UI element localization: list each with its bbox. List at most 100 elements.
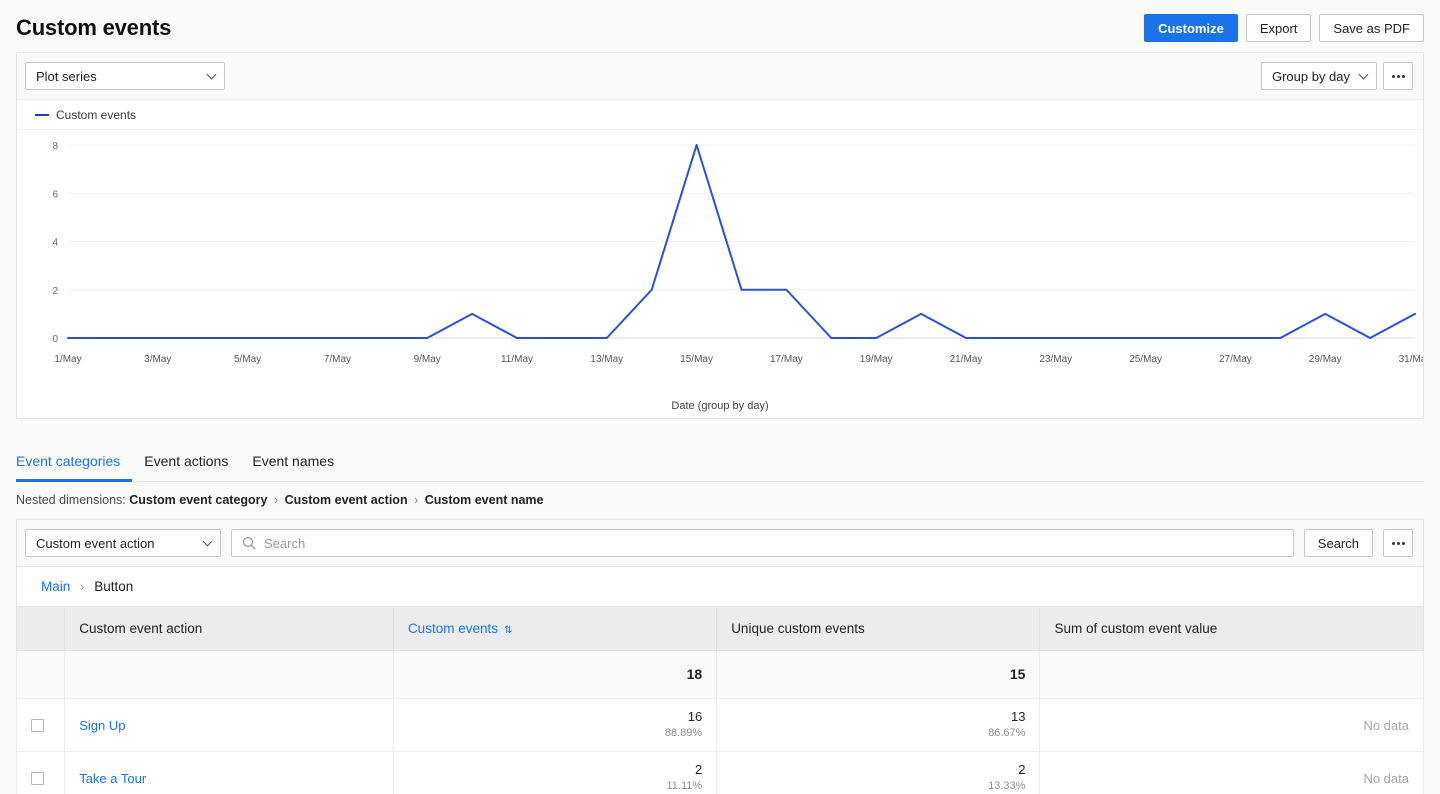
totals-checkbox-cell	[15, 650, 66, 699]
sort-indicator-icon: ⇅	[503, 625, 513, 636]
table-header-row: Custom event action Custom events ⇅ Uniqu…	[15, 606, 1424, 651]
dimension-select[interactable]: Custom event action	[25, 529, 221, 557]
table-header: Custom event action Custom events ⇅ Uniqu…	[15, 606, 1424, 651]
row-sum-value: No data	[1039, 751, 1424, 794]
row-checkbox[interactable]	[31, 718, 44, 732]
row-custom-events-value: 2	[694, 762, 703, 777]
group-by-select[interactable]: Group by day	[1260, 62, 1377, 90]
chevron-down-icon	[1358, 69, 1369, 80]
row-label-link[interactable]: Sign Up	[79, 718, 125, 733]
svg-text:4: 4	[52, 238, 58, 249]
row-sum-value: No data	[1039, 698, 1424, 752]
chart-toolbar: Plot series Group by day	[17, 53, 1423, 100]
search-icon	[242, 536, 256, 550]
row-custom-events-value: 16	[687, 709, 703, 724]
row-label-cell[interactable]: Sign Up	[64, 698, 394, 752]
line-chart-svg: 0 2 4 6 8 1/May 3/May 5/May 7/May 9/May 11/May 13/M…	[52, 141, 1423, 365]
totals-unique-custom-events: 15	[716, 650, 1041, 699]
row-checkbox-cell[interactable]	[15, 751, 66, 794]
column-header-custom-events-label: Custom events	[407, 621, 498, 636]
svg-text:7/May: 7/May	[324, 354, 351, 365]
ellipsis-icon	[1396, 541, 1400, 545]
row-label-cell[interactable]: Take a Tour	[64, 751, 394, 794]
breadcrumb-root[interactable]: Main	[41, 579, 70, 594]
svg-text:29/May: 29/May	[1309, 354, 1342, 365]
plot-series-label: Plot series	[36, 68, 97, 84]
table-options-button[interactable]	[1383, 529, 1413, 557]
ellipsis-icon	[1391, 541, 1395, 545]
svg-text:21/May: 21/May	[950, 354, 983, 365]
svg-text:31/May: 31/May	[1399, 354, 1423, 365]
svg-text:0: 0	[52, 334, 58, 345]
save-as-pdf-button[interactable]: Save as PDF	[1319, 14, 1424, 42]
chevron-down-icon	[202, 536, 213, 547]
svg-text:15/May: 15/May	[680, 354, 713, 365]
datatable-section: Custom event action Search Main › Button	[15, 519, 1424, 794]
row-checkbox-cell[interactable]	[15, 698, 66, 752]
svg-text:23/May: 23/May	[1039, 354, 1072, 365]
table-row[interactable]: Take a Tour 2 11.11% 2 13.33% No data	[15, 751, 1424, 794]
svg-text:5/May: 5/May	[234, 354, 261, 365]
table-row-totals: 18 15	[15, 650, 1424, 699]
report-table: Custom event action Custom events ⇅ Uniqu…	[15, 606, 1424, 794]
ellipsis-icon	[1391, 74, 1395, 78]
table-body: 18 15 Sign Up 16 88.89% 13 86.67% No dat…	[15, 650, 1424, 794]
column-header-unique-custom-events[interactable]: Unique custom events	[716, 606, 1041, 651]
page-title: Custom events	[16, 15, 172, 40]
svg-text:2: 2	[52, 286, 58, 297]
search-row: Custom event action Search	[16, 519, 1424, 566]
chart-legend[interactable]: Custom events	[17, 100, 1423, 130]
svg-text:13/May: 13/May	[590, 354, 623, 365]
ellipsis-icon	[1401, 74, 1405, 78]
nested-dimension-separator: ›	[414, 493, 419, 507]
row-label-link[interactable]: Take a Tour	[79, 771, 146, 786]
totals-custom-events: 18	[392, 650, 718, 699]
row-unique-custom-events-value: 13	[1010, 709, 1026, 724]
nested-dimension-3: Custom event name	[424, 493, 544, 507]
column-header-custom-events[interactable]: Custom events ⇅	[392, 606, 718, 651]
nested-dimension-1: Custom event category	[129, 493, 268, 507]
tab-event-actions[interactable]: Event actions	[132, 447, 240, 482]
svg-text:27/May: 27/May	[1219, 354, 1252, 365]
column-header-custom-event-action[interactable]: Custom event action	[64, 606, 394, 651]
search-field[interactable]	[231, 529, 1294, 557]
row-checkbox[interactable]	[31, 771, 44, 785]
chevron-down-icon	[206, 69, 217, 80]
ellipsis-icon	[1396, 74, 1400, 78]
dimension-select-label: Custom event action	[36, 535, 155, 551]
select-all-header[interactable]	[15, 606, 66, 651]
tab-event-names[interactable]: Event names	[240, 447, 346, 482]
svg-text:11/May: 11/May	[501, 354, 533, 365]
header-actions: Customize Export Save as PDF	[1144, 14, 1424, 42]
svg-text:17/May: 17/May	[770, 354, 803, 365]
tab-event-categories[interactable]: Event categories	[16, 447, 133, 482]
report-tabs: Event categories Event actions Event nam…	[16, 447, 1424, 482]
svg-text:6: 6	[52, 189, 58, 200]
ellipsis-icon	[1401, 541, 1405, 545]
chart-options-button[interactable]	[1383, 62, 1413, 90]
totals-unique-custom-events-value: 15	[1009, 666, 1026, 682]
nested-dimensions: Nested dimensions: Custom event category…	[16, 493, 1424, 507]
table-row[interactable]: Sign Up 16 88.89% 13 86.67% No data	[15, 698, 1424, 752]
search-input[interactable]	[264, 535, 1283, 551]
chart-card: Plot series Group by day Custom events 0…	[16, 52, 1424, 419]
svg-text:1/May: 1/May	[54, 354, 81, 365]
customize-button[interactable]: Customize	[1144, 14, 1238, 42]
plot-series-select[interactable]: Plot series	[25, 62, 225, 90]
search-button[interactable]: Search	[1303, 529, 1373, 557]
totals-sum-value	[1039, 650, 1424, 699]
nested-dimensions-prefix: Nested dimensions:	[16, 493, 126, 507]
row-unique-custom-events-value: 2	[1018, 762, 1026, 777]
nested-dimension-2: Custom event action	[284, 493, 408, 507]
legend-line-icon	[35, 114, 49, 116]
row-custom-events: 2 11.11%	[392, 751, 718, 794]
breadcrumb-separator: ›	[80, 579, 85, 594]
nested-dimension-separator: ›	[273, 493, 279, 507]
export-button[interactable]: Export	[1245, 14, 1312, 42]
chart-toolbar-right: Group by day	[1260, 62, 1413, 90]
row-unique-custom-events: 13 86.67%	[716, 698, 1041, 752]
column-header-sum-of-custom-event-value[interactable]: Sum of custom event value	[1039, 606, 1424, 651]
group-by-label: Group by day	[1271, 68, 1350, 84]
row-custom-events-pct: 11.11%	[666, 780, 703, 792]
chart-plot-area[interactable]: 0 2 4 6 8 1/May 3/May 5/May 7/May 9/May 11/May 13/M…	[17, 130, 1423, 418]
